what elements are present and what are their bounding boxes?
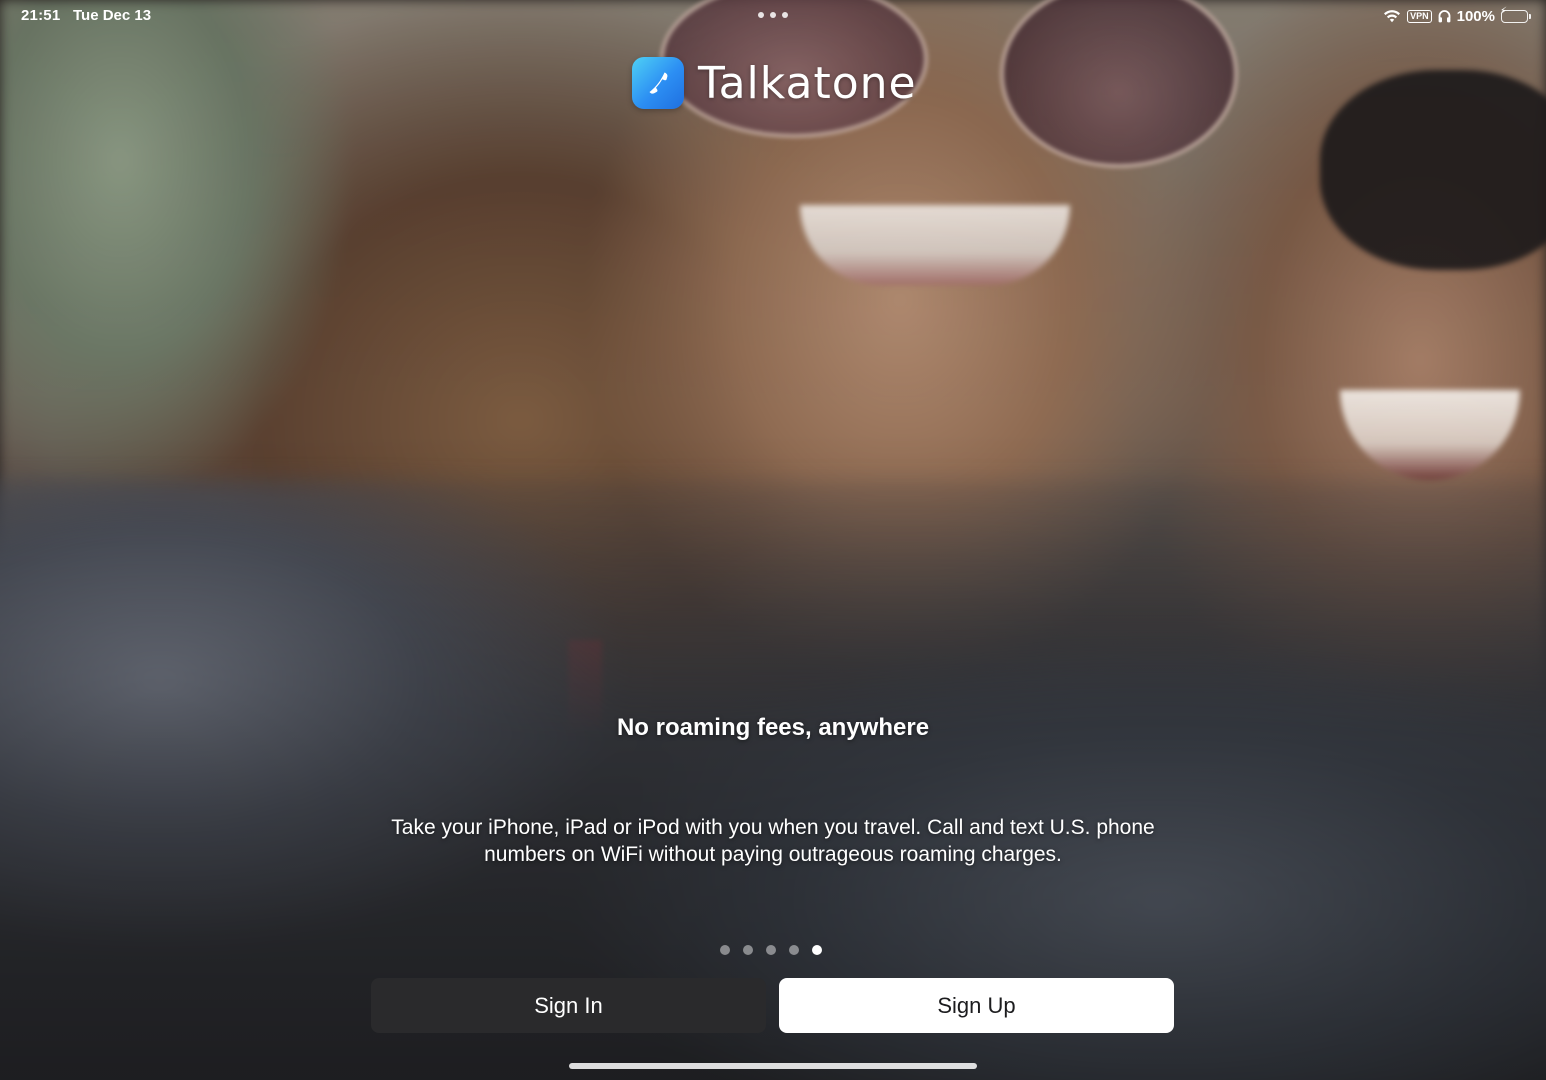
multitasking-menu-icon[interactable] [758, 12, 788, 20]
status-time: 21:51 [21, 7, 61, 24]
app-logo: Talkatone [632, 56, 917, 110]
sign-up-button[interactable]: Sign Up [779, 978, 1174, 1033]
battery-icon: ⚡ [1499, 6, 1531, 23]
page-dot[interactable] [789, 945, 799, 955]
page-dot[interactable] [743, 945, 753, 955]
page-dot-active[interactable] [812, 945, 822, 955]
welcome-screen: 21:51 Tue Dec 13 VPN 100% ⚡ Talkatone No… [0, 0, 1546, 1080]
wifi-icon [1383, 9, 1401, 23]
status-bar: 21:51 Tue Dec 13 VPN 100% ⚡ [0, 0, 1546, 32]
headphones-icon [1438, 9, 1451, 23]
page-dot[interactable] [720, 945, 730, 955]
page-dot[interactable] [766, 945, 776, 955]
status-indicators: VPN 100% ⚡ [1383, 5, 1531, 27]
home-indicator[interactable] [569, 1063, 977, 1069]
charging-bolt-icon: ⚡ [1499, 6, 1508, 17]
background-vignette [0, 0, 1546, 1080]
sign-in-button[interactable]: Sign In [371, 978, 766, 1033]
status-date: Tue Dec 13 [73, 7, 152, 24]
vpn-badge: VPN [1407, 9, 1432, 23]
onboarding-headline: No roaming fees, anywhere [616, 714, 930, 741]
battery-percentage: 100% [1456, 7, 1495, 25]
phone-handset-icon [632, 57, 684, 109]
page-indicator[interactable] [720, 944, 822, 956]
app-name: Talkatone [698, 57, 917, 109]
onboarding-description: Take your iPhone, iPad or iPod with you … [391, 816, 1155, 866]
